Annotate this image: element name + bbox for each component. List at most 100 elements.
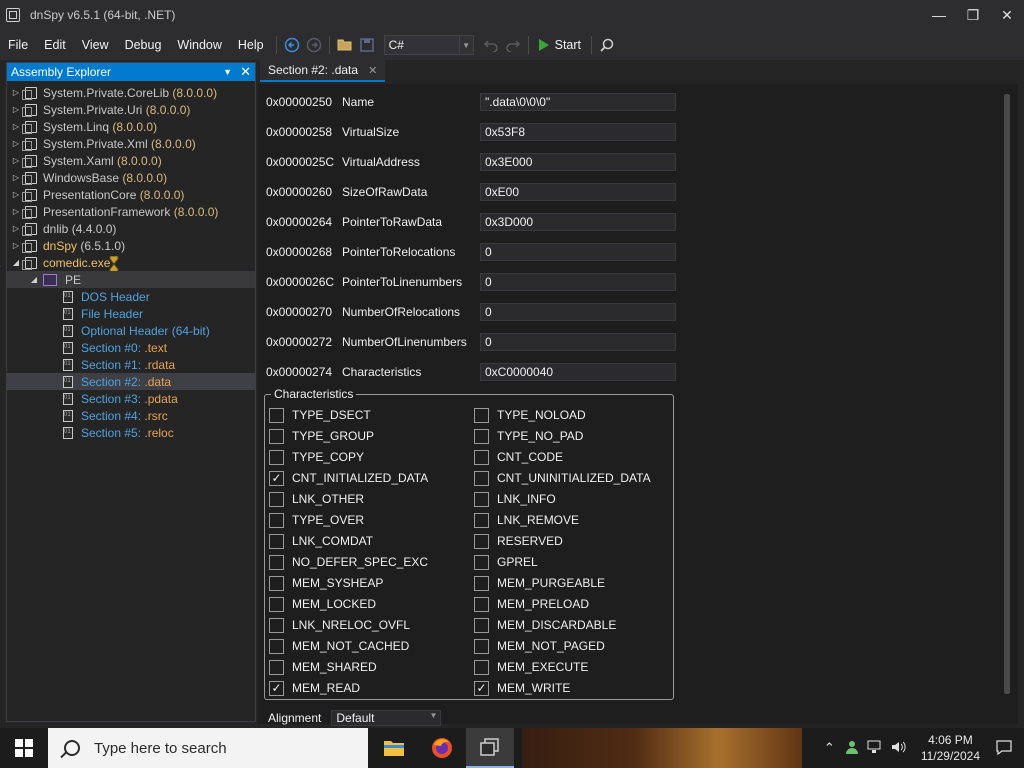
characteristic-checkbox[interactable]: MEM_SHARED <box>269 659 377 675</box>
tree-item-assembly[interactable]: ▷ dnSpy (6.5.1.0) <box>7 237 255 254</box>
tree-item-assembly[interactable]: ▷ PresentationCore (8.0.0.0) <box>7 186 255 203</box>
field-value-input[interactable]: 0 <box>480 333 676 351</box>
tree-item-assembly[interactable]: ▷ WindowsBase (8.0.0.0) <box>7 169 255 186</box>
characteristic-checkbox[interactable]: TYPE_OVER <box>269 512 364 528</box>
checkbox-box[interactable] <box>474 491 489 507</box>
checkbox-box[interactable] <box>269 491 284 507</box>
alignment-select[interactable]: Default ▼ <box>331 710 442 726</box>
checkbox-box[interactable] <box>474 407 489 423</box>
checkbox-box[interactable]: ✓ <box>269 470 284 486</box>
checkbox-box[interactable] <box>269 575 284 591</box>
characteristic-checkbox[interactable]: LNK_OTHER <box>269 491 364 507</box>
characteristic-checkbox[interactable]: TYPE_COPY <box>269 449 364 465</box>
characteristic-checkbox[interactable]: LNK_INFO <box>474 491 556 507</box>
panel-close-icon[interactable]: ✕ <box>240 64 251 80</box>
file-explorer-icon[interactable] <box>370 728 418 768</box>
characteristic-checkbox[interactable]: LNK_NRELOC_OVFL <box>269 617 410 633</box>
field-value-input[interactable]: 0xE00 <box>480 183 676 201</box>
search-icon[interactable] <box>596 34 618 56</box>
menu-window[interactable]: Window <box>169 30 229 60</box>
checkbox-box[interactable] <box>269 512 284 528</box>
tree-item-section[interactable]: Section #1: .rdata <box>7 356 255 373</box>
windows-start-button[interactable] <box>0 728 48 768</box>
checkbox-box[interactable] <box>474 617 489 633</box>
dnspy-taskbar-icon[interactable] <box>466 728 514 768</box>
expand-icon[interactable]: ▷ <box>11 105 21 115</box>
characteristic-checkbox[interactable]: MEM_DISCARDABLE <box>474 617 616 633</box>
tree-item-assembly[interactable]: ▷ PresentationFramework (8.0.0.0) <box>7 203 255 220</box>
expand-icon[interactable]: ▷ <box>11 88 21 98</box>
tree-item-assembly[interactable]: ▷ System.Linq (8.0.0.0) <box>7 118 255 135</box>
scrollbar-thumb[interactable] <box>1004 94 1010 694</box>
expand-icon[interactable]: ▷ <box>11 122 21 132</box>
start-debug-button[interactable]: Start <box>533 38 587 52</box>
tree-item-assembly[interactable]: ▷ dnlib (4.4.0.0) <box>7 220 255 237</box>
characteristic-checkbox[interactable]: MEM_EXECUTE <box>474 659 588 675</box>
tree-item-assembly[interactable]: ▷ System.Private.Xml (8.0.0.0) <box>7 135 255 152</box>
back-icon[interactable] <box>281 34 303 56</box>
checkbox-box[interactable] <box>474 659 489 675</box>
network-icon[interactable] <box>863 740 887 757</box>
tree-item-assembly[interactable]: ▷ System.Private.CoreLib (8.0.0.0) <box>7 84 255 101</box>
forward-icon[interactable] <box>303 34 325 56</box>
characteristic-checkbox[interactable]: LNK_REMOVE <box>474 512 579 528</box>
checkbox-box[interactable] <box>269 659 284 675</box>
characteristic-checkbox[interactable]: LNK_COMDAT <box>269 533 373 549</box>
characteristic-checkbox[interactable]: MEM_SYSHEAP <box>269 575 383 591</box>
checkbox-box[interactable] <box>474 575 489 591</box>
minimize-button[interactable]: — <box>922 0 956 30</box>
expand-icon[interactable]: ▷ <box>11 190 21 200</box>
characteristic-checkbox[interactable]: TYPE_NOLOAD <box>474 407 586 423</box>
undo-icon[interactable] <box>480 34 502 56</box>
tree-item-section[interactable]: Section #5: .reloc <box>7 424 255 441</box>
characteristic-checkbox[interactable]: RESERVED <box>474 533 563 549</box>
expand-icon[interactable]: ▷ <box>11 207 21 217</box>
expand-icon[interactable]: ▷ <box>11 241 21 251</box>
field-value-input[interactable]: 0x3D000 <box>480 213 676 231</box>
chevron-up-icon[interactable]: ⌃ <box>818 740 841 756</box>
field-value-input[interactable]: 0 <box>480 273 676 291</box>
menu-edit[interactable]: Edit <box>36 30 74 60</box>
tree-item-section[interactable]: Section #0: .text <box>7 339 255 356</box>
tree-item-section[interactable]: Section #4: .rsrc <box>7 407 255 424</box>
redo-icon[interactable] <box>502 34 524 56</box>
checkbox-box[interactable] <box>474 512 489 528</box>
checkbox-box[interactable] <box>474 449 489 465</box>
menu-view[interactable]: View <box>74 30 117 60</box>
checkbox-box[interactable] <box>269 554 284 570</box>
collapse-icon[interactable]: ◢ <box>29 275 39 285</box>
expand-icon[interactable]: ▷ <box>11 224 21 234</box>
collapse-icon[interactable]: ◢ <box>11 258 21 268</box>
menu-debug[interactable]: Debug <box>117 30 170 60</box>
characteristic-checkbox[interactable]: GPREL <box>474 554 538 570</box>
checkbox-box[interactable]: ✓ <box>474 680 489 696</box>
characteristic-checkbox[interactable]: TYPE_NO_PAD <box>474 428 583 444</box>
checkbox-box[interactable]: ✓ <box>269 680 284 696</box>
expand-icon[interactable]: ▷ <box>11 156 21 166</box>
firefox-icon[interactable] <box>418 728 466 768</box>
checkbox-box[interactable] <box>269 428 284 444</box>
characteristic-checkbox[interactable]: ✓ MEM_READ <box>269 680 360 696</box>
open-folder-icon[interactable] <box>334 34 356 56</box>
save-icon[interactable] <box>356 34 378 56</box>
menu-help[interactable]: Help <box>230 30 272 60</box>
maximize-button[interactable]: ❐ <box>956 0 990 30</box>
tree-item-header[interactable]: File Header <box>7 305 255 322</box>
checkbox-box[interactable] <box>474 470 489 486</box>
characteristic-checkbox[interactable]: ✓ MEM_WRITE <box>474 680 570 696</box>
tree-item-header[interactable]: DOS Header <box>7 288 255 305</box>
checkbox-box[interactable] <box>474 596 489 612</box>
characteristic-checkbox[interactable]: MEM_PRELOAD <box>474 596 589 612</box>
system-clock[interactable]: 4:06 PM 11/29/2024 <box>921 732 980 764</box>
panel-dropdown-icon[interactable]: ▼ <box>223 67 232 77</box>
field-value-input[interactable]: 0xC0000040 <box>480 363 676 381</box>
characteristic-checkbox[interactable]: NO_DEFER_SPEC_EXC <box>269 554 428 570</box>
tree-item-section-selected[interactable]: Section #2: .data <box>7 373 255 390</box>
tree-item-assembly[interactable]: ◢ comedic.exe <box>7 254 255 272</box>
characteristic-checkbox[interactable]: CNT_CODE <box>474 449 563 465</box>
tab-close-icon[interactable]: ✕ <box>368 64 377 77</box>
close-button[interactable]: ✕ <box>990 0 1024 30</box>
characteristic-checkbox[interactable]: ✓ CNT_INITIALIZED_DATA <box>269 470 428 486</box>
checkbox-box[interactable] <box>474 554 489 570</box>
tree-item-assembly[interactable]: ▷ System.Xaml (8.0.0.0) <box>7 152 255 169</box>
